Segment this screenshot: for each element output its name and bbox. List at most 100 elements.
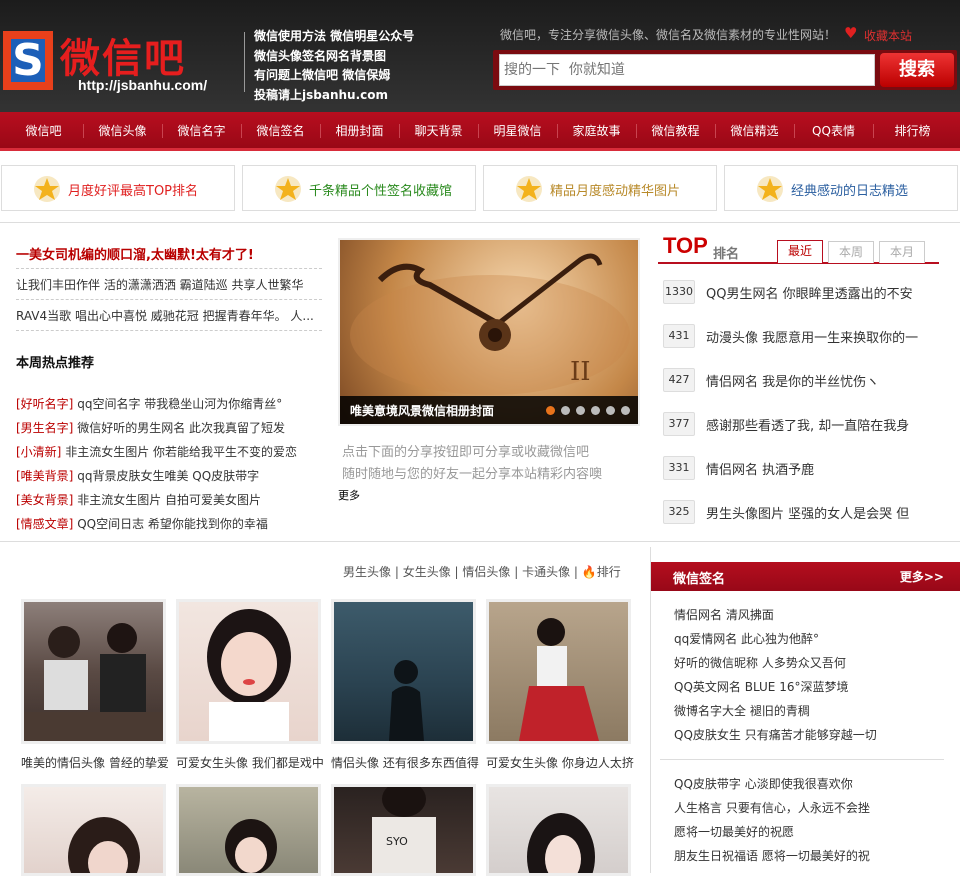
slider-dot[interactable]: [621, 406, 630, 415]
nav-item[interactable]: QQ表情: [794, 112, 873, 148]
feature-box[interactable]: 精品月度感动精华图片: [483, 165, 717, 211]
sidebar-item[interactable]: 好听的微信昵称 人多势众又吾何: [674, 654, 846, 671]
feature-label: 千条精品个性签名收藏馆: [309, 184, 453, 199]
photo-caption[interactable]: 情侣头像 还有很多东西值得: [331, 754, 483, 771]
sidebar-item[interactable]: QQ英文网名 BLUE 16°深蓝梦境: [674, 678, 848, 695]
sidebar-item[interactable]: 人生格言 只要有信心，人永远不会挫: [674, 799, 870, 816]
sidebar-item[interactable]: 愿将一切最美好的祝愿: [674, 823, 794, 840]
sidebar-item[interactable]: QQ皮肤带字 心淡即使我很喜欢你: [674, 775, 853, 792]
share-text: 随时随地与您的好友一起分享本站精彩内容噢: [342, 467, 603, 482]
hot-item[interactable]: [小清新] 非主流女生图片 你若能给我平生不变的爱恋: [16, 443, 297, 460]
hot-icon: 🔥: [581, 565, 597, 579]
header-link[interactable]: 投稿请上jsbanhu.com: [254, 88, 388, 102]
star-icon: [34, 176, 60, 202]
sidebar-header: 微信签名 更多>>: [651, 562, 960, 591]
star-icon: [757, 176, 783, 202]
top-subtitle: 排名: [713, 247, 740, 262]
hot-item[interactable]: [男生名字] 微信好听的男生网名 此次我真留了短发: [16, 419, 285, 436]
sidebar-item[interactable]: 微博名字大全 褪旧的青稠: [674, 702, 810, 719]
site-slogan: 微信吧，专注分享微信头像、微信名及微信素材的专业性网站！: [500, 28, 837, 42]
image-slider[interactable]: II 唯美意境风景微信相册封面: [338, 238, 640, 426]
slider-dot[interactable]: [576, 406, 585, 415]
photo-thumb[interactable]: [21, 599, 166, 744]
sidebar-item[interactable]: QQ皮肤女生 只有痛苦才能够穿越一切: [674, 726, 877, 743]
photo-thumb[interactable]: [21, 784, 166, 876]
headline-link[interactable]: 一美女司机编的顺口溜,太幽默!太有才了!: [16, 244, 254, 263]
slider-dot[interactable]: [606, 406, 615, 415]
slider-dot[interactable]: [561, 406, 570, 415]
slider-dot[interactable]: [546, 406, 555, 415]
photo-thumb[interactable]: [176, 599, 321, 744]
header-link[interactable]: 微信头像签名网名背景图: [254, 49, 386, 63]
feature-label: 精品月度感动精华图片: [550, 184, 681, 199]
more-link[interactable]: 更多: [338, 487, 360, 503]
header-link[interactable]: 有问题上微信吧: [254, 68, 338, 82]
feature-label: 月度好评最高TOP排名: [68, 184, 199, 199]
photo-thumb[interactable]: SYO: [331, 784, 476, 876]
nav-item[interactable]: 微信精选: [715, 112, 794, 148]
favorite-link[interactable]: 收藏本站: [864, 27, 912, 44]
tab-male-avatar[interactable]: 男生头像: [343, 565, 391, 579]
sidebar-item[interactable]: 情侣网名 清风拂面: [674, 606, 774, 623]
logo-icon[interactable]: S: [3, 31, 53, 90]
photo-thumb[interactable]: [176, 784, 321, 876]
clock-image: II: [350, 253, 630, 395]
tab-cartoon-avatar[interactable]: 卡通头像: [522, 565, 570, 579]
news-line[interactable]: 让我们丰田作伴 活的潇潇洒洒 霸道陆巡 共享人世繁华: [16, 276, 303, 293]
nav-item[interactable]: 微信名字: [162, 112, 241, 148]
main-nav: 微信吧 微信头像 微信名字 微信签名 相册封面 聊天背景 明星微信 家庭故事 微…: [0, 112, 960, 151]
news-line[interactable]: RAV4当歌 唱出心中喜悦 威驰花冠 把握青春年华。 人...: [16, 307, 314, 324]
nav-item[interactable]: 微信签名: [241, 112, 320, 148]
feature-box[interactable]: 经典感动的日志精选: [724, 165, 958, 211]
feature-label: 经典感动的日志精选: [791, 184, 909, 199]
star-icon: [275, 176, 301, 202]
sidebar-item[interactable]: 朋友生日祝福语 愿将一切最美好的祝: [674, 847, 870, 864]
header-link[interactable]: 微信保姆: [342, 68, 390, 82]
star-icon: [516, 176, 542, 202]
header-link[interactable]: 微信明星公众号: [330, 29, 414, 43]
feature-box[interactable]: 月度好评最高TOP排名: [1, 165, 235, 211]
nav-item[interactable]: 明星微信: [478, 112, 557, 148]
svg-text:II: II: [570, 357, 591, 387]
tab-month[interactable]: 本月: [879, 241, 925, 263]
tab-rank[interactable]: 排行: [597, 565, 621, 579]
tab-couple-avatar[interactable]: 情侣头像: [462, 565, 510, 579]
header-link[interactable]: 微信使用方法: [254, 29, 326, 43]
tab-female-avatar[interactable]: 女生头像: [403, 565, 451, 579]
nav-item[interactable]: 排行榜: [873, 112, 952, 148]
hot-item[interactable]: [情感文章] QQ空间日志 希望你能找到你的幸福: [16, 515, 268, 532]
nav-item[interactable]: 微信头像: [83, 112, 162, 148]
nav-item[interactable]: 微信教程: [636, 112, 715, 148]
photo-tabs: 男生头像 | 女生头像 | 情侣头像 | 卡通头像 | 🔥排行: [343, 565, 621, 579]
svg-text:SYO: SYO: [386, 835, 408, 848]
section-title: 本周热点推荐: [16, 356, 95, 371]
photo-caption[interactable]: 可爱女生头像 我们都是戏中: [176, 754, 328, 771]
logo-url[interactable]: http://jsbanhu.com/: [78, 77, 207, 93]
nav-item[interactable]: 相册封面: [320, 112, 399, 148]
share-text: 点击下面的分享按钮即可分享或收藏微信吧: [342, 445, 590, 460]
sidebar-title: 微信签名: [673, 572, 726, 587]
feature-box[interactable]: 千条精品个性签名收藏馆: [242, 165, 476, 211]
photo-thumb[interactable]: [486, 784, 631, 876]
search-button[interactable]: 搜索: [880, 53, 954, 87]
hot-item[interactable]: [好听名字] qq空间名字 带我稳坐山河为你缩青丝°: [16, 395, 282, 412]
search-input[interactable]: [499, 54, 875, 86]
heart-icon[interactable]: ♥: [844, 24, 857, 42]
hot-item[interactable]: [美女背景] 非主流女生图片 自拍可爱美女图片: [16, 491, 261, 508]
nav-item[interactable]: 聊天背景: [399, 112, 478, 148]
nav-item[interactable]: 家庭故事: [557, 112, 636, 148]
photo-thumb[interactable]: [331, 599, 476, 744]
tab-week[interactable]: 本周: [828, 241, 874, 263]
photo-caption[interactable]: 唯美的情侣头像 曾经的挚爱: [21, 754, 173, 771]
hot-item[interactable]: [唯美背景] qq背景皮肤女生唯美 QQ皮肤带字: [16, 467, 259, 484]
photo-thumb[interactable]: [486, 599, 631, 744]
sidebar-more-link[interactable]: 更多>>: [900, 568, 944, 585]
slider-dot[interactable]: [591, 406, 600, 415]
nav-item[interactable]: 微信吧: [4, 112, 83, 148]
divider: [244, 32, 245, 92]
logo-text[interactable]: 微信吧: [60, 26, 186, 84]
top-title: TOP: [663, 233, 708, 258]
sidebar-item[interactable]: qq爱情网名 此心独为他醉°: [674, 630, 819, 647]
photo-caption[interactable]: 可爱女生头像 你身边人太挤: [486, 754, 634, 771]
tab-recent[interactable]: 最近: [777, 240, 823, 263]
